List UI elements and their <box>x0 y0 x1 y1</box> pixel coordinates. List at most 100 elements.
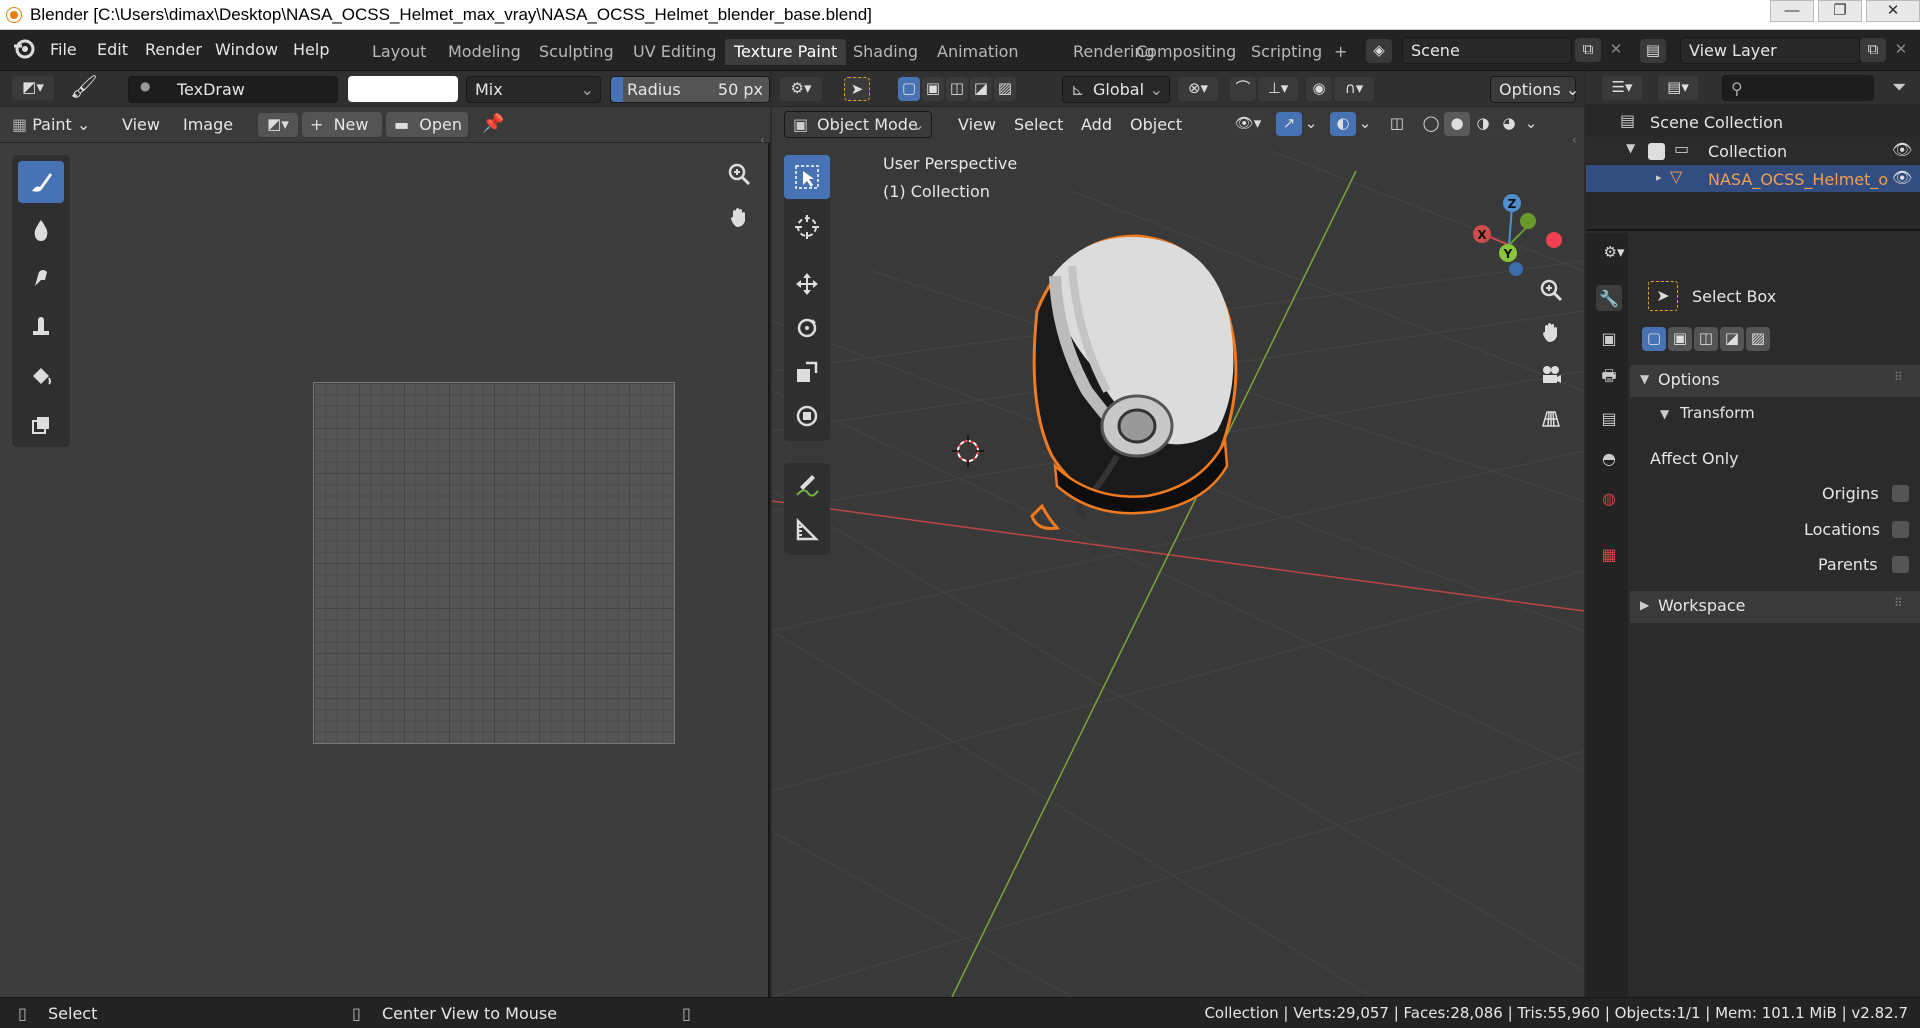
workspace-panel-label[interactable]: Workspace <box>1658 596 1745 615</box>
draw-brush-tool[interactable] <box>18 161 64 203</box>
tab-shading[interactable]: Shading <box>844 39 927 65</box>
pan-hand-icon[interactable] <box>720 198 758 236</box>
texture-tab-icon[interactable]: ▦ <box>1596 541 1622 567</box>
tool-tab-icon[interactable]: 🔧 <box>1596 285 1622 311</box>
pivot-icon[interactable]: ⊗▾ <box>1178 77 1218 101</box>
viewport-zoom-icon[interactable] <box>1532 271 1570 309</box>
gizmo-icon[interactable]: ↗ <box>1276 112 1302 136</box>
viewport-menu-select[interactable]: Select <box>1014 115 1063 134</box>
collection-label[interactable]: Collection <box>1708 142 1787 161</box>
view-layer-icon[interactable]: ▤ <box>1640 39 1666 63</box>
ortho-toggle-icon[interactable] <box>1532 399 1570 437</box>
menu-image[interactable]: Image <box>183 115 233 134</box>
soften-tool[interactable] <box>18 208 64 250</box>
mask-tool[interactable] <box>18 404 64 446</box>
options-panel-label[interactable]: Options <box>1658 370 1720 389</box>
select-new-icon[interactable]: ▢ <box>898 77 920 101</box>
viewport-menu-view[interactable]: View <box>958 115 996 134</box>
menu-window[interactable]: Window <box>215 40 278 59</box>
delete-view-layer-icon[interactable]: ✕ <box>1888 38 1914 62</box>
view-layer-tab-icon[interactable]: ▤ <box>1596 405 1622 431</box>
scene-collection-label[interactable]: Scene Collection <box>1650 113 1783 132</box>
object-expand-icon[interactable]: ▸ <box>1656 171 1662 184</box>
props-select-difference-icon[interactable]: ◪ <box>1720 327 1744 351</box>
render-tab-icon[interactable]: ▣ <box>1596 325 1622 351</box>
overlays-icon[interactable]: ◐ <box>1330 112 1356 136</box>
select-intersect-icon[interactable]: ▨ <box>994 77 1016 101</box>
smear-tool[interactable] <box>18 257 64 299</box>
world-tab-icon[interactable]: ◍ <box>1596 485 1622 511</box>
menu-help[interactable]: Help <box>293 40 329 59</box>
image-canvas[interactable] <box>313 382 675 744</box>
scene-icon[interactable]: ◈ <box>1366 39 1392 63</box>
options-expand-icon[interactable]: ▼ <box>1640 372 1649 386</box>
image-browse-icon[interactable]: ◩▾ <box>258 113 298 137</box>
radius-slider[interactable]: Radius 50 px <box>610 76 770 103</box>
props-select-new-icon[interactable]: ▢ <box>1642 327 1666 351</box>
pin-icon[interactable]: 📌 <box>482 113 504 134</box>
tab-uv-editing[interactable]: UV Editing <box>624 39 725 65</box>
menu-file[interactable]: File <box>50 40 77 59</box>
select-difference-icon[interactable]: ◪ <box>970 77 992 101</box>
transform-panel-label[interactable]: Transform <box>1680 404 1755 422</box>
output-tab-icon[interactable]: 🖶 <box>1596 365 1622 391</box>
viewport-sidebar-toggle-icon[interactable]: ‹ <box>1572 133 1577 147</box>
rotate-tool[interactable] <box>784 307 830 349</box>
annotate-tool[interactable] <box>784 465 830 507</box>
sidebar-toggle-icon[interactable]: ‹ <box>760 133 765 147</box>
props-select-subtract-icon[interactable]: ◫ <box>1694 327 1718 351</box>
clone-tool[interactable] <box>18 306 64 348</box>
props-select-intersect-icon[interactable]: ▨ <box>1746 327 1770 351</box>
scale-tool[interactable] <box>784 351 830 393</box>
delete-scene-icon[interactable]: ✕ <box>1603 38 1629 62</box>
camera-view-icon[interactable] <box>1532 356 1570 394</box>
overlays-dropdown-icon[interactable]: ⌄ <box>1356 112 1374 136</box>
tab-sculpting[interactable]: Sculpting <box>530 39 623 65</box>
minimize-button[interactable]: — <box>1770 0 1814 22</box>
select-mode-icon[interactable]: ➤ <box>844 77 870 101</box>
locations-checkbox[interactable] <box>1892 521 1909 538</box>
transform-expand-icon[interactable]: ▼ <box>1660 407 1669 421</box>
rendered-shading-icon[interactable]: ◕ <box>1496 112 1522 136</box>
tab-compositing[interactable]: Compositing <box>1127 39 1245 65</box>
origins-checkbox[interactable] <box>1892 485 1909 502</box>
brush-name-field[interactable]: TexDraw <box>128 76 338 103</box>
new-view-layer-icon[interactable]: ⧉ <box>1860 38 1886 62</box>
menu-view[interactable]: View <box>122 115 160 134</box>
blend-mode-dropdown[interactable]: Mix ⌄ <box>466 76 601 103</box>
new-image-button[interactable]: + New <box>302 112 382 137</box>
maximize-button[interactable]: ❐ <box>1818 0 1862 22</box>
parents-checkbox[interactable] <box>1892 556 1909 573</box>
transform-orientation-dropdown[interactable]: ⊾ Global ⌄ <box>1062 76 1170 103</box>
filter-icon[interactable]: ⏷ <box>1892 77 1906 98</box>
proportional-edit-icon[interactable]: ◉ <box>1306 77 1332 101</box>
collection-visibility-icon[interactable]: 👁 <box>1892 140 1912 159</box>
navigation-gizmo[interactable]: Z X Y <box>1452 161 1572 281</box>
tab-scripting[interactable]: Scripting <box>1242 39 1331 65</box>
gizmo-x-neg[interactable] <box>1546 232 1562 248</box>
display-mode-icon[interactable]: ▤▾ <box>1658 76 1698 100</box>
editor-type-icon[interactable]: ◩▾ <box>12 76 54 100</box>
add-workspace-button[interactable]: + <box>1330 39 1351 65</box>
select-subtract-icon[interactable]: ◫ <box>946 77 968 101</box>
tab-layout[interactable]: Layout <box>363 39 435 65</box>
snap-icon[interactable]: ⌒ <box>1230 77 1256 101</box>
select-extend-icon[interactable]: ▣ <box>922 77 944 101</box>
menu-render[interactable]: Render <box>145 40 202 59</box>
gizmo-dropdown-icon[interactable]: ⌄ <box>1302 112 1320 136</box>
viewport-menu-object[interactable]: Object <box>1130 115 1182 134</box>
gizmo-z-neg[interactable] <box>1509 262 1523 276</box>
options-dropdown[interactable]: Options ⌄ <box>1490 76 1579 103</box>
new-scene-icon[interactable]: ⧉ <box>1575 38 1601 62</box>
tab-modeling[interactable]: Modeling <box>439 39 530 65</box>
props-select-extend-icon[interactable]: ▣ <box>1668 327 1692 351</box>
workspace-drag-handle-icon[interactable]: ⠿ <box>1894 596 1903 610</box>
material-shading-icon[interactable]: ◑ <box>1470 112 1496 136</box>
cursor-tool[interactable] <box>784 205 830 249</box>
falloff-icon[interactable]: ∩▾ <box>1334 77 1374 101</box>
collection-expand-icon[interactable]: ▼ <box>1626 141 1635 155</box>
3d-viewport[interactable]: ⚙▾ ➤ ▢ ▣ ◫ ◪ ▨ ⊾ Global ⌄ ⊗▾ ⌒ ⊥▾ ◉ ∩▾ Opt… <box>772 71 1584 997</box>
tab-texture-paint[interactable]: Texture Paint <box>725 39 847 65</box>
gizmo-y-neg[interactable] <box>1520 213 1536 229</box>
viewport-menu-add[interactable]: Add <box>1081 115 1112 134</box>
